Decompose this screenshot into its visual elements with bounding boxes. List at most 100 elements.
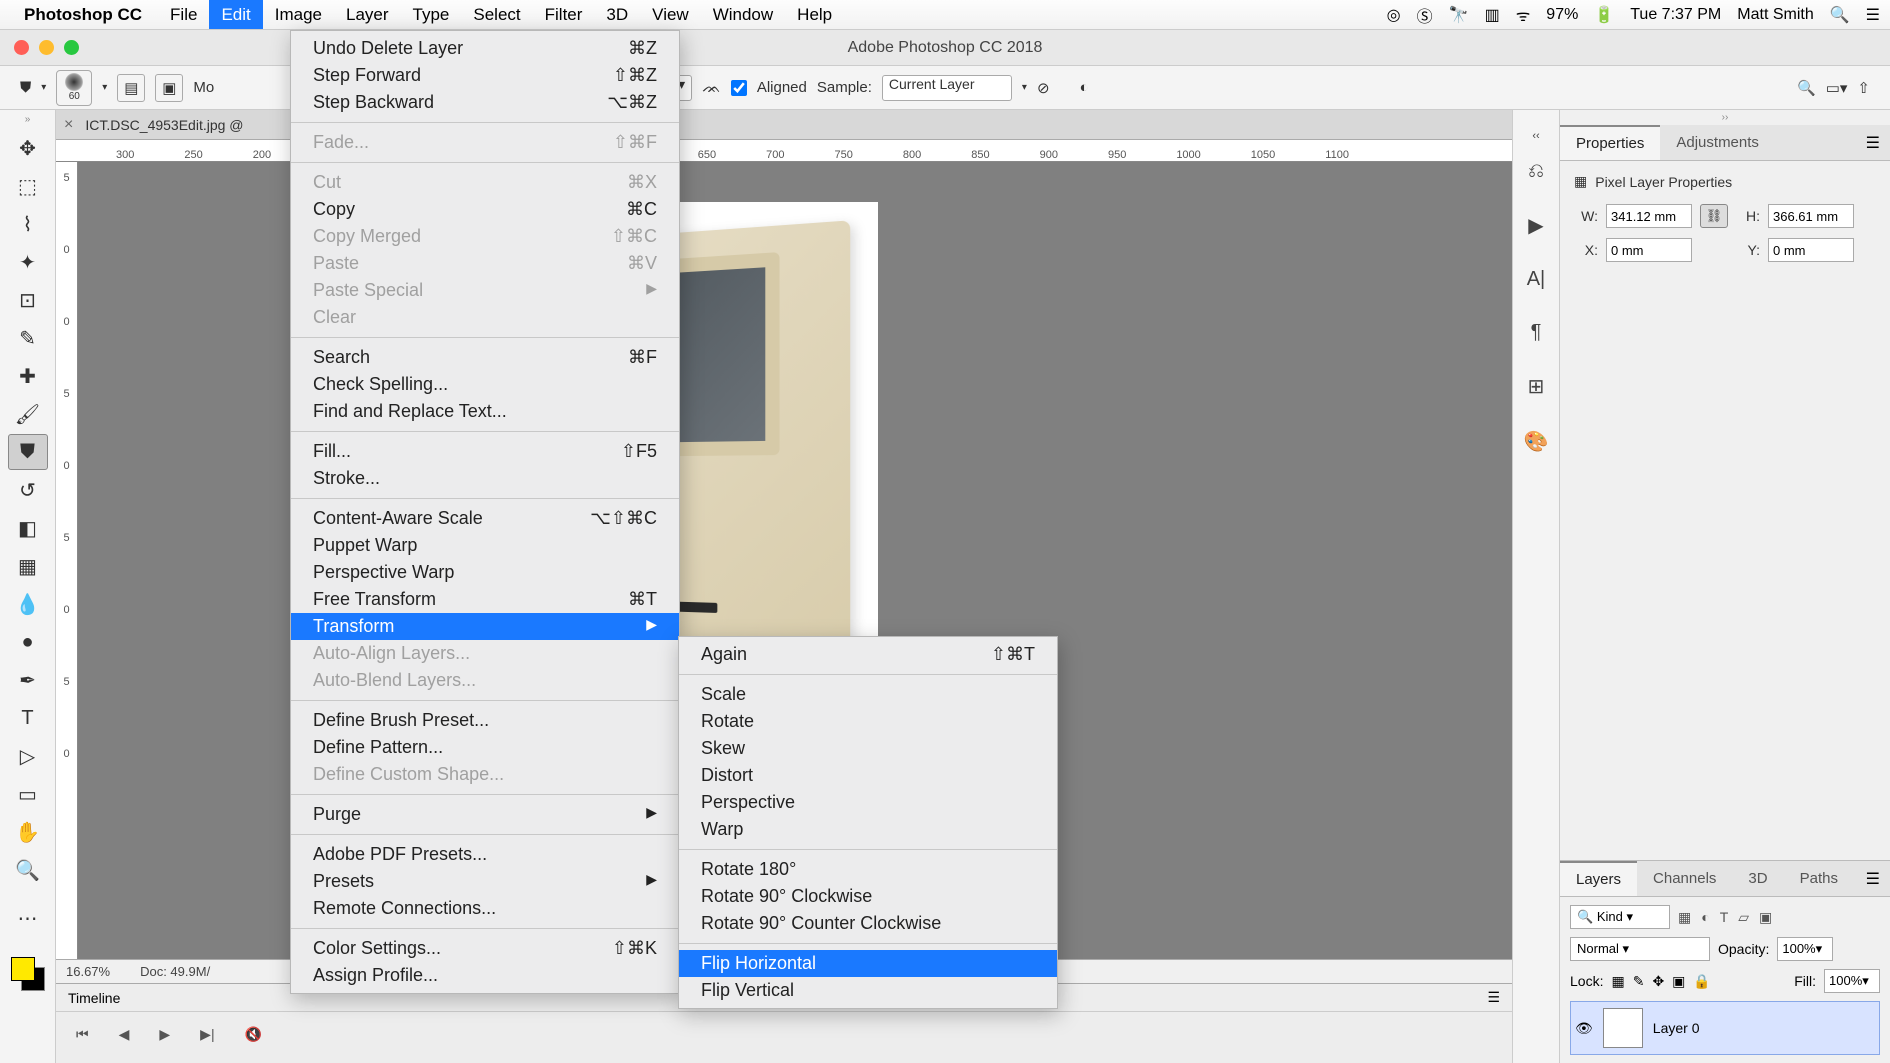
menu-item[interactable]: Remote Connections... — [291, 895, 679, 922]
brush-tool[interactable]: 🖌 — [8, 396, 48, 432]
cc-icon[interactable]: ◎ — [1387, 5, 1401, 25]
height-input[interactable] — [1768, 204, 1854, 228]
menu-item[interactable]: Transform▶ — [291, 613, 679, 640]
type-tool[interactable]: T — [8, 700, 48, 736]
type-filter-icon[interactable]: T — [1720, 909, 1729, 926]
tab-adjustments[interactable]: Adjustments — [1660, 125, 1775, 160]
audio-icon[interactable]: 🔇 — [245, 1026, 262, 1043]
marquee-tool[interactable]: ⬚ — [8, 168, 48, 204]
menu-layer[interactable]: Layer — [334, 0, 401, 29]
smart-filter-icon[interactable]: ▣ — [1759, 909, 1772, 926]
panel-menu-icon[interactable]: ☰ — [1856, 125, 1890, 160]
first-frame-icon[interactable]: ⏮ — [76, 1026, 89, 1043]
blend-mode[interactable]: Normal ▾ — [1570, 937, 1710, 961]
menu-item[interactable]: Puppet Warp — [291, 532, 679, 559]
zoom-level[interactable]: 16.67% — [66, 964, 110, 979]
menu-item[interactable]: Fill...⇧F5 — [291, 438, 679, 465]
workspace-icon[interactable]: ▭▾ — [1826, 79, 1848, 97]
history-icon[interactable]: ⎌ — [1528, 160, 1544, 183]
play-icon[interactable]: ▶ — [159, 1026, 170, 1043]
spotlight-icon[interactable]: 🔍 — [1830, 5, 1850, 25]
menu-item[interactable]: Undo Delete Layer⌘Z — [291, 35, 679, 62]
app-name[interactable]: Photoshop CC — [24, 5, 142, 25]
battery-icon[interactable]: ▥ — [1485, 5, 1500, 25]
menu-help[interactable]: Help — [785, 0, 844, 29]
menu-item[interactable]: Copy⌘C — [291, 196, 679, 223]
quick-select-tool[interactable]: ✦ — [8, 244, 48, 280]
menu-item[interactable]: Color Settings...⇧⌘K — [291, 935, 679, 962]
menu-filter[interactable]: Filter — [533, 0, 595, 29]
binoculars-icon[interactable]: 🔭 — [1449, 5, 1469, 25]
move-tool[interactable]: ✥ — [8, 130, 48, 166]
aligned-checkbox[interactable] — [731, 80, 747, 96]
menu-item[interactable]: Rotate 180° — [679, 856, 1057, 883]
x-input[interactable] — [1606, 238, 1692, 262]
menu-view[interactable]: View — [640, 0, 701, 29]
user-name[interactable]: Matt Smith — [1737, 6, 1813, 24]
menu-item[interactable]: Search⌘F — [291, 344, 679, 371]
menu-item[interactable]: Rotate — [679, 708, 1057, 735]
tab-close-icon[interactable]: × — [64, 116, 73, 134]
adj-filter-icon[interactable]: ◐ — [1701, 909, 1709, 926]
tab-3d[interactable]: 3D — [1732, 861, 1783, 896]
lock-position-icon[interactable]: ✎ — [1633, 973, 1645, 990]
layer-row[interactable]: 👁 Layer 0 — [1570, 1001, 1880, 1055]
menu-item[interactable]: Presets▶ — [291, 868, 679, 895]
menu-item[interactable]: Adobe PDF Presets... — [291, 841, 679, 868]
menu-file[interactable]: File — [158, 0, 209, 29]
menu-item[interactable]: Flip Horizontal — [679, 950, 1057, 977]
eyedropper-tool[interactable]: ✎ — [8, 320, 48, 356]
character-icon[interactable]: A| — [1527, 268, 1546, 291]
filter-kind[interactable]: 🔍 Kind ▾ — [1570, 905, 1670, 929]
shape-tool[interactable]: ▭ — [8, 776, 48, 812]
tab-paths[interactable]: Paths — [1784, 861, 1854, 896]
menu-item[interactable]: Content-Aware Scale⌥⇧⌘C — [291, 505, 679, 532]
wifi-icon[interactable]: ᯤ — [1516, 4, 1531, 26]
menu-icon[interactable]: ☰ — [1866, 5, 1880, 25]
battery2-icon[interactable]: 🔋 — [1594, 5, 1614, 25]
close-icon[interactable] — [14, 40, 29, 55]
share-icon[interactable]: ⇧ — [1857, 79, 1870, 97]
pen-tool[interactable]: ✒ — [8, 662, 48, 698]
menu-item[interactable]: Distort — [679, 762, 1057, 789]
menu-item[interactable]: Perspective Warp — [291, 559, 679, 586]
tab-layers[interactable]: Layers — [1560, 861, 1637, 896]
swatches-icon[interactable]: ⊞ — [1528, 374, 1545, 399]
doc-size[interactable]: Doc: 49.9M/ — [140, 964, 210, 979]
menu-item[interactable]: Define Brush Preset... — [291, 707, 679, 734]
actions-icon[interactable]: ▶ — [1528, 213, 1543, 238]
path-tool[interactable]: ▷ — [8, 738, 48, 774]
menu-3d[interactable]: 3D — [594, 0, 640, 29]
menu-item[interactable]: Perspective — [679, 789, 1057, 816]
lock-move-icon[interactable]: ✥ — [1652, 973, 1664, 990]
lasso-tool[interactable]: ⌇ — [8, 206, 48, 242]
clock[interactable]: Tue 7:37 PM — [1630, 6, 1721, 24]
width-input[interactable] — [1606, 204, 1692, 228]
opacity-input[interactable]: 100%▾ — [1777, 937, 1833, 961]
visibility-icon[interactable]: 👁 — [1575, 1020, 1593, 1037]
tab-channels[interactable]: Channels — [1637, 861, 1732, 896]
dodge-tool[interactable]: ● — [8, 624, 48, 660]
airbrush-icon[interactable]: ᨏ — [702, 79, 721, 96]
crop-tool[interactable]: ⊡ — [8, 282, 48, 318]
prev-frame-icon[interactable]: ◀ — [119, 1026, 130, 1043]
pressure-icon[interactable]: ◐ — [1080, 79, 1089, 96]
layer-thumbnail[interactable] — [1603, 1008, 1643, 1048]
menu-item[interactable]: Scale — [679, 681, 1057, 708]
menu-item[interactable]: Flip Vertical — [679, 977, 1057, 1004]
link-icon[interactable]: ⛓ — [1700, 204, 1728, 228]
next-frame-icon[interactable]: ▶| — [200, 1026, 214, 1043]
menu-item[interactable]: Skew — [679, 735, 1057, 762]
menu-edit[interactable]: Edit — [209, 0, 262, 29]
menu-item[interactable]: Define Pattern... — [291, 734, 679, 761]
menu-select[interactable]: Select — [461, 0, 532, 29]
paragraph-icon[interactable]: ¶ — [1531, 321, 1542, 344]
menu-item[interactable]: Step Forward⇧⌘Z — [291, 62, 679, 89]
healing-tool[interactable]: ✚ — [8, 358, 48, 394]
brush-panel-icon[interactable]: ▤ — [117, 74, 145, 102]
color-swatches[interactable] — [11, 957, 45, 991]
search-icon[interactable]: 🔍 — [1797, 79, 1816, 97]
clone-stamp-tool[interactable]: ⛊ — [8, 434, 48, 470]
expand-icon[interactable]: ‹‹ — [1532, 130, 1539, 142]
eraser-tool[interactable]: ◧ — [8, 510, 48, 546]
